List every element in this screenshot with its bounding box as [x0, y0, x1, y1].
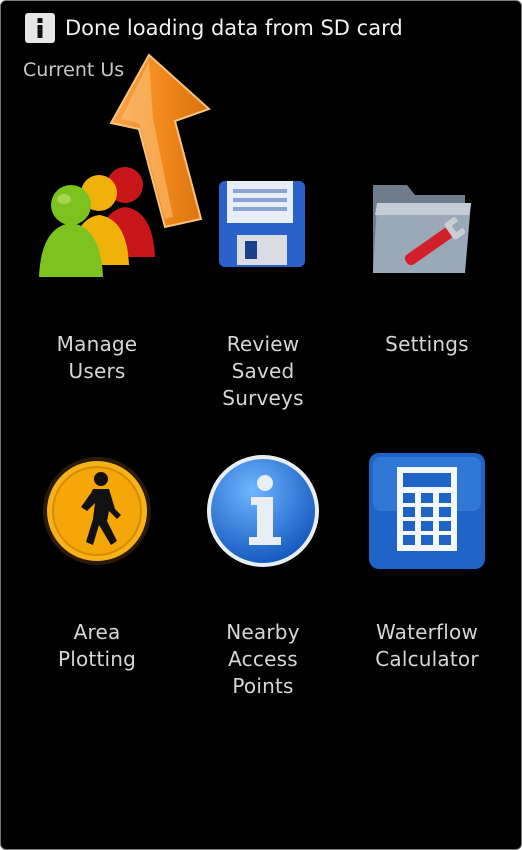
pedestrian-sign-icon	[43, 457, 151, 565]
info-icon	[25, 13, 55, 43]
grid-item-label: Waterflow Calculator	[375, 620, 479, 671]
app-screen: Done loading data from SD card Current U…	[0, 0, 522, 850]
grid-item-label: Settings	[385, 332, 469, 356]
grid-item-label: Manage Users	[56, 332, 138, 383]
info-circle-icon	[207, 455, 319, 567]
folder-wrench-icon	[373, 185, 471, 273]
grid-item-label: Nearby Access Points	[226, 620, 300, 698]
toast-notification: Done loading data from SD card	[25, 11, 403, 45]
arrow-up-icon	[109, 53, 211, 229]
grid-item-label: Area Plotting	[57, 620, 137, 671]
toast-text: Done loading data from SD card	[65, 16, 403, 40]
grid-item-label: Review Saved Surveys	[222, 332, 304, 410]
calculator-icon	[369, 453, 485, 569]
